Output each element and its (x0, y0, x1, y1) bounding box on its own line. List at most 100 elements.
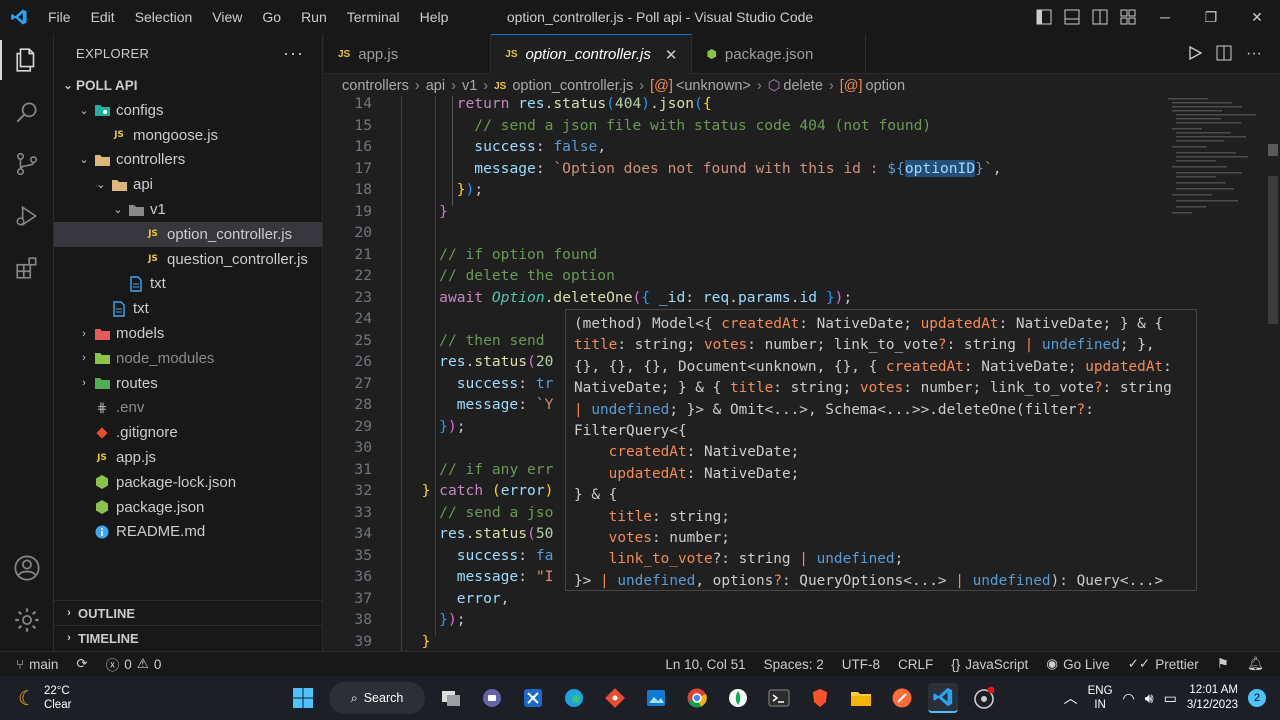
tab-option-controller-js[interactable]: JS option_controller.js ✕ (491, 34, 693, 74)
run-debug-icon[interactable] (0, 190, 54, 242)
notification-badge[interactable]: 2 (1248, 689, 1266, 707)
wifi-icon[interactable]: ◠ (1123, 690, 1135, 707)
problems-status[interactable]: ⓧ 0 ⚠ 0 (97, 652, 171, 677)
chrome-browser-icon[interactable] (682, 683, 712, 713)
tab-app-js[interactable]: JS app.js (324, 34, 492, 74)
more-actions-icon[interactable]: ··· (283, 43, 304, 64)
git-app-icon[interactable] (600, 683, 630, 713)
language-mode[interactable]: {} JavaScript (942, 652, 1037, 677)
prettier-status[interactable]: ✓✓ Prettier (1119, 652, 1208, 677)
postman-icon[interactable] (887, 683, 917, 713)
extensions-icon[interactable] (0, 242, 54, 294)
tab-package-json[interactable]: ⬢ package.json (692, 34, 867, 74)
vscode-taskbar-icon[interactable] (928, 683, 958, 713)
tree-item-label: api (133, 176, 154, 194)
editor-scrollbar[interactable] (1266, 96, 1280, 651)
explorer-icon[interactable] (0, 34, 54, 86)
photos-app-icon[interactable] (641, 683, 671, 713)
weather-widget[interactable]: ☾ 22°C Clear (0, 684, 230, 712)
menu-selection[interactable]: Selection (125, 0, 203, 34)
branch-status[interactable]: ⑂ main (0, 652, 67, 677)
search-icon[interactable] (0, 86, 54, 138)
menu-go[interactable]: Go (252, 0, 291, 34)
close-window-icon[interactable]: ✕ (1234, 0, 1280, 34)
breadcrumb-item[interactable]: delete (783, 78, 823, 94)
file-tree: ⌄ configs JS mongoose.js ⌄ controllers ⌄ api ⌄ v1… (54, 98, 322, 544)
notifications-bell-icon[interactable]: 🔔︎ (1238, 652, 1280, 677)
timeline-section[interactable]: › TIMELINE (54, 625, 323, 650)
menu-run[interactable]: Run (291, 0, 337, 34)
toggle-panel-icon[interactable] (1058, 0, 1086, 34)
minimize-icon[interactable]: ─ (1142, 0, 1188, 34)
mongodb-compass-icon[interactable] (723, 683, 753, 713)
recording-app-icon[interactable] (969, 683, 999, 713)
accounts-icon[interactable] (0, 542, 54, 594)
file-explorer-icon[interactable] (846, 683, 876, 713)
restore-icon[interactable]: ❐ (1188, 0, 1234, 34)
clock[interactable]: 12:01 AM 3/12/2023 (1187, 683, 1238, 713)
outline-section[interactable]: › OUTLINE (54, 600, 323, 625)
minimap[interactable] (1166, 96, 1266, 236)
brave-browser-icon[interactable] (805, 683, 835, 713)
folder-item[interactable]: ⌄ v1 (54, 197, 322, 222)
file-item[interactable]: txt (54, 296, 322, 321)
file-item[interactable]: JS app.js (54, 445, 322, 470)
line-ending[interactable]: CRLF (889, 652, 942, 677)
file-item[interactable]: package-lock.json (54, 470, 322, 495)
file-item[interactable]: README.md (54, 520, 322, 545)
workspace-root[interactable]: ⌄ POLL API (54, 72, 322, 98)
customize-layout-icon[interactable] (1114, 0, 1142, 34)
breadcrumb-item[interactable]: option (866, 78, 906, 94)
close-tab-icon[interactable]: ✕ (665, 46, 678, 64)
folder-item[interactable]: ⌄ api (54, 172, 322, 197)
split-editor-icon[interactable] (1216, 45, 1232, 64)
cursor-position[interactable]: Ln 10, Col 51 (656, 652, 754, 677)
breadcrumb-item[interactable]: option_controller.js (512, 78, 633, 94)
run-file-icon[interactable] (1188, 45, 1203, 63)
file-item[interactable]: .gitignore (54, 420, 322, 445)
folder-item[interactable]: › routes (54, 371, 322, 396)
edge-browser-icon[interactable] (559, 683, 589, 713)
file-item[interactable]: JS option_controller.js (54, 221, 322, 247)
battery-icon[interactable]: ▭ (1164, 690, 1177, 707)
toggle-secondary-sidebar-icon[interactable] (1086, 0, 1114, 34)
snipping-tool-icon[interactable] (518, 683, 548, 713)
teams-chat-icon[interactable] (477, 683, 507, 713)
file-item[interactable]: ⋕ .env (54, 396, 322, 421)
terminal-icon[interactable] (764, 683, 794, 713)
feedback-icon[interactable]: ⚑ (1208, 652, 1238, 677)
menu-edit[interactable]: Edit (81, 0, 125, 34)
encoding[interactable]: UTF-8 (833, 652, 889, 677)
folder-item[interactable]: › models (54, 321, 322, 346)
file-item[interactable]: package.json (54, 495, 322, 520)
language-indicator[interactable]: ENG IN (1088, 684, 1113, 712)
node-folder-icon (92, 351, 112, 365)
more-actions-icon[interactable]: ··· (1246, 45, 1262, 63)
menu-view[interactable]: View (202, 0, 252, 34)
file-item[interactable]: JS question_controller.js (54, 247, 322, 272)
breadcrumb-item[interactable]: <unknown> (676, 78, 751, 94)
breadcrumb-item[interactable]: api (426, 78, 445, 94)
windows-start-icon[interactable] (288, 683, 318, 713)
settings-gear-icon[interactable] (0, 594, 54, 646)
volume-icon[interactable]: 🔊︎ (1145, 690, 1154, 707)
toggle-sidebar-icon[interactable] (1030, 0, 1058, 34)
file-item[interactable]: JS mongoose.js (54, 123, 322, 148)
source-control-icon[interactable] (0, 138, 54, 190)
folder-item[interactable]: ⌄ controllers (54, 148, 322, 173)
folder-item[interactable]: › node_modules (54, 346, 322, 371)
file-item[interactable]: txt (54, 272, 322, 297)
menu-terminal[interactable]: Terminal (337, 0, 410, 34)
chevron-up-icon[interactable]: ︿ (1064, 688, 1078, 708)
breadcrumb-item[interactable]: v1 (462, 78, 477, 94)
task-view-icon[interactable] (436, 683, 466, 713)
folder-item[interactable]: ⌄ configs (54, 98, 322, 123)
taskbar-search[interactable]: ⌕ Search (329, 682, 425, 714)
sync-icon[interactable]: ⟳ (67, 652, 96, 677)
js-file-icon: JS (494, 80, 507, 92)
indentation[interactable]: Spaces: 2 (755, 652, 833, 677)
breadcrumb: controllers › api › v1 › JS option_controll… (324, 74, 1280, 98)
menu-file[interactable]: File (38, 0, 81, 34)
breadcrumb-item[interactable]: controllers (342, 78, 409, 94)
go-live-button[interactable]: ◉ Go Live (1037, 652, 1118, 677)
